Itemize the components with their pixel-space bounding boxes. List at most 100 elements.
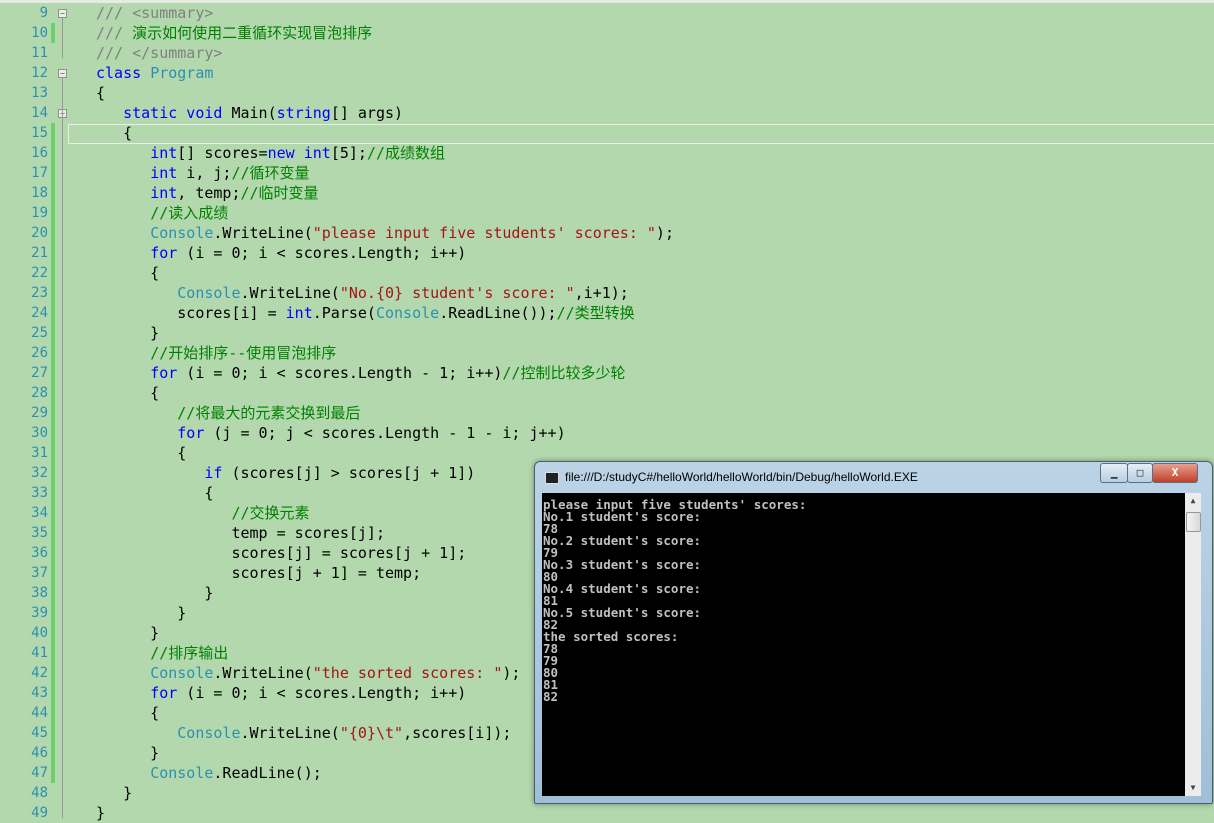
- line-number: 24: [31, 305, 48, 321]
- code-line[interactable]: //将最大的元素交换到最后: [96, 403, 360, 423]
- code-line[interactable]: //开始排序--使用冒泡排序: [96, 343, 336, 363]
- code-line[interactable]: for (i = 0; i < scores.Length; i++): [96, 243, 466, 263]
- maximize-button[interactable]: □: [1127, 463, 1153, 483]
- scroll-up-arrow-icon[interactable]: ▲: [1185, 493, 1201, 509]
- line-number: 47: [31, 765, 48, 781]
- code-line[interactable]: for (i = 0; i < scores.Length; i++): [96, 683, 466, 703]
- line-number: 20: [31, 225, 48, 241]
- keyword: int: [150, 144, 178, 162]
- code-line[interactable]: {: [96, 263, 159, 283]
- code-line[interactable]: static void Main(string[] args): [96, 103, 403, 123]
- code-line[interactable]: int, temp;//临时变量: [96, 183, 318, 203]
- code-line[interactable]: Console.WriteLine("No.{0} student's scor…: [96, 283, 629, 303]
- line-number: 30: [31, 425, 48, 441]
- code-text: [] args): [330, 104, 404, 122]
- line-number: 38: [31, 585, 48, 601]
- code-line[interactable]: //排序输出: [96, 643, 228, 663]
- code-line[interactable]: for (i = 0; i < scores.Length - 1; i++)/…: [96, 363, 625, 383]
- code-text: {: [96, 84, 106, 102]
- line-number: 35: [31, 525, 48, 541]
- code-line[interactable]: }: [96, 783, 132, 803]
- code-line[interactable]: }: [96, 323, 159, 343]
- code-text: scores[j + 1] = temp;: [96, 564, 422, 582]
- code-text: [] scores=: [177, 144, 268, 162]
- code-text: .WriteLine(: [213, 224, 313, 242]
- code-line[interactable]: for (j = 0; j < scores.Length - 1 - i; j…: [96, 423, 565, 443]
- code-text: {: [96, 444, 187, 462]
- code-text: .ReadLine());: [439, 304, 557, 322]
- code-line[interactable]: if (scores[j] > scores[j + 1]): [96, 463, 475, 483]
- keyword: int: [150, 164, 178, 182]
- code-line[interactable]: scores[i] = int.Parse(Console.ReadLine()…: [96, 303, 635, 323]
- string-literal: "No.{0} student's score: ": [339, 284, 575, 302]
- code-line[interactable]: }: [96, 743, 159, 763]
- code-line[interactable]: {: [96, 383, 159, 403]
- code-line[interactable]: //读入成绩: [96, 203, 228, 223]
- code-line[interactable]: /// </summary>: [96, 43, 222, 63]
- code-line[interactable]: class Program: [96, 63, 213, 83]
- close-button[interactable]: X: [1152, 463, 1198, 483]
- code-line[interactable]: {: [96, 443, 186, 463]
- code-line[interactable]: Console.WriteLine("{0}\t",scores[i]);: [96, 723, 511, 743]
- string-literal: "{0}\t": [339, 724, 404, 742]
- collapse-icon[interactable]: −: [58, 69, 67, 78]
- comment: //控制比较多少轮: [502, 364, 626, 382]
- console-scrollbar[interactable]: ▲ ▼: [1185, 493, 1201, 796]
- change-marker: [51, 123, 55, 783]
- console-line: the sorted scores:: [543, 629, 679, 644]
- keyword: new int: [267, 144, 331, 162]
- scroll-down-arrow-icon[interactable]: ▼: [1185, 780, 1201, 796]
- line-number: 19: [31, 205, 48, 221]
- code-line[interactable]: {: [96, 83, 105, 103]
- line-number: 32: [31, 465, 48, 481]
- code-line[interactable]: {: [96, 123, 132, 143]
- line-number: 26: [31, 345, 48, 361]
- code-line[interactable]: {: [96, 483, 213, 503]
- line-number: 44: [31, 705, 48, 721]
- code-line[interactable]: }: [96, 583, 213, 603]
- code-line[interactable]: Console.WriteLine("the sorted scores: ")…: [96, 663, 520, 683]
- minimize-button[interactable]: ▁: [1100, 463, 1128, 483]
- string-literal: "the sorted scores: ": [312, 664, 503, 682]
- code-line[interactable]: }: [96, 803, 105, 823]
- collapse-icon[interactable]: −: [58, 9, 67, 18]
- code-line[interactable]: temp = scores[j];: [96, 523, 385, 543]
- scroll-thumb[interactable]: [1186, 512, 1201, 532]
- code-text: );: [502, 664, 521, 682]
- code-line[interactable]: int[] scores=new int[5];//成绩数组: [96, 143, 445, 163]
- code-line[interactable]: Console.WriteLine("please input five stu…: [96, 223, 674, 243]
- keyword: static void: [123, 104, 232, 122]
- keyword: for: [150, 364, 178, 382]
- console-line: No.5 student's score:: [543, 605, 702, 620]
- console-line: 79: [543, 653, 559, 668]
- code-line[interactable]: int i, j;//循环变量: [96, 163, 309, 183]
- code-text: {: [96, 264, 160, 282]
- console-window[interactable]: file:///D:/studyC#/helloWorld/helloWorld…: [534, 461, 1213, 804]
- code-line[interactable]: {: [96, 703, 159, 723]
- code-line[interactable]: }: [96, 623, 159, 643]
- code-line[interactable]: Console.ReadLine();: [96, 763, 322, 783]
- keyword: class: [96, 64, 151, 82]
- code-text: .ReadLine();: [213, 764, 322, 782]
- line-number: 27: [31, 365, 48, 381]
- comment: //成绩数组: [366, 144, 445, 162]
- code-line[interactable]: /// <summary>: [96, 3, 213, 23]
- code-line[interactable]: //交换元素: [96, 503, 309, 523]
- code-line[interactable]: }: [96, 603, 186, 623]
- code-line[interactable]: /// 演示如何使用二重循环实现冒泡排序: [96, 23, 372, 43]
- line-number: 42: [31, 665, 48, 681]
- line-number: 12: [31, 65, 48, 81]
- keyword: for: [150, 684, 178, 702]
- code-line[interactable]: scores[j] = scores[j + 1];: [96, 543, 466, 563]
- code-line[interactable]: scores[j + 1] = temp;: [96, 563, 421, 583]
- comment: //类型转换: [556, 304, 635, 322]
- comment: //开始排序--使用冒泡排序: [150, 344, 337, 362]
- line-number: 21: [31, 245, 48, 261]
